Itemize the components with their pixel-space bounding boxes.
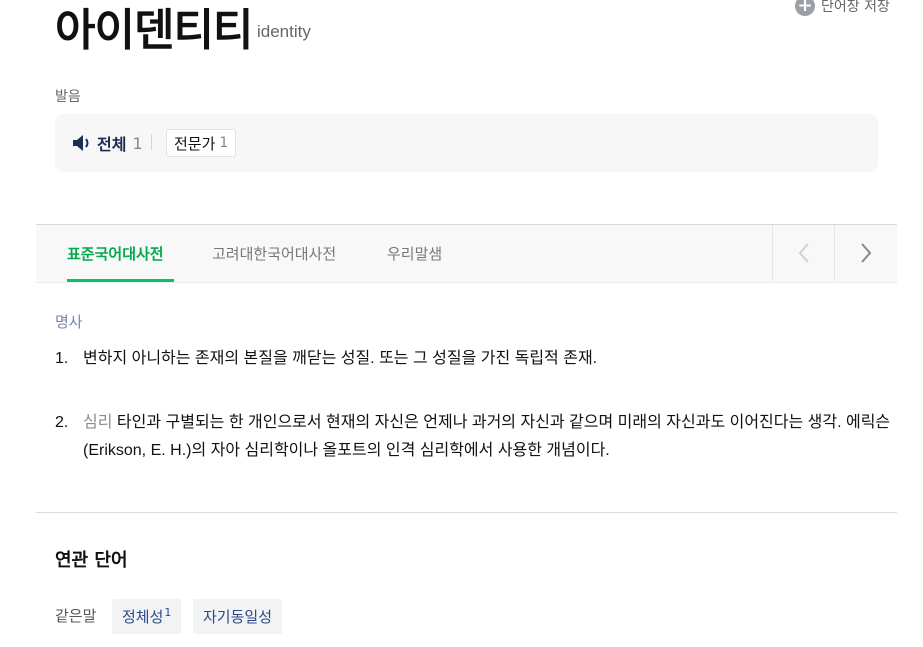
chevron-left-icon <box>798 243 809 263</box>
pronunciation-label: 발음 <box>55 89 81 105</box>
definition-text: 타인과 구별되는 한 개인으로서 현재의 자신은 언제나 과거의 자신과 같으며… <box>83 414 891 459</box>
synonym-chip[interactable]: 정체성 1 <box>112 599 182 634</box>
pronunciation-expert-button[interactable]: 전문가 1 <box>166 129 237 157</box>
tab-urimalsaem[interactable]: 우리말샘 <box>387 243 442 264</box>
definition-item: 심리 타인과 구별되는 한 개인으로서 현재의 자신은 언제나 과거의 자신과 … <box>83 409 893 465</box>
section-divider <box>36 512 897 513</box>
homonym-number: 1 <box>164 606 172 619</box>
dictionary-tab-bar <box>36 224 897 283</box>
pronunciation-all-label: 전체 <box>97 135 127 154</box>
tab-standard-korean[interactable]: 표준국어대사전 <box>67 243 164 264</box>
save-to-wordbook-button[interactable]: + 단어장 저장 <box>795 0 890 16</box>
field-label: 심리 <box>83 414 113 431</box>
pronunciation-expert-label: 전문가 <box>174 134 216 153</box>
speaker-icon <box>73 135 89 151</box>
pronunciation-all-button[interactable]: 전체 1 <box>71 131 143 155</box>
tab-prev-button[interactable] <box>772 225 835 281</box>
save-label: 단어장 저장 <box>821 0 890 15</box>
original-language-word: identity <box>257 22 311 41</box>
tab-next-button[interactable] <box>834 225 897 281</box>
part-of-speech: 명사 <box>55 313 83 331</box>
active-tab-indicator <box>67 279 174 282</box>
synonym-chip[interactable]: 자기동일성 <box>193 599 283 634</box>
definition-text: 변하지 아니하는 존재의 본질을 깨닫는 성질. 또는 그 성질을 가진 독립적… <box>83 350 598 367</box>
synonym-word: 자기동일성 <box>203 608 273 626</box>
synonym-word: 정체성 <box>122 608 164 626</box>
tab-korea-univ[interactable]: 고려대한국어대사전 <box>212 243 336 264</box>
plus-icon: + <box>795 0 815 16</box>
headword: 아이덴티티 <box>55 5 253 56</box>
synonym-label: 같은말 <box>55 607 97 625</box>
definition-number: 1. <box>55 350 69 367</box>
divider <box>151 134 152 150</box>
pronunciation-expert-count: 1 <box>219 135 229 151</box>
related-words-title: 연관 단어 <box>55 550 128 571</box>
definition-number: 2. <box>55 414 69 431</box>
pronunciation-all-count: 1 <box>132 133 143 153</box>
chevron-right-icon <box>861 243 872 263</box>
